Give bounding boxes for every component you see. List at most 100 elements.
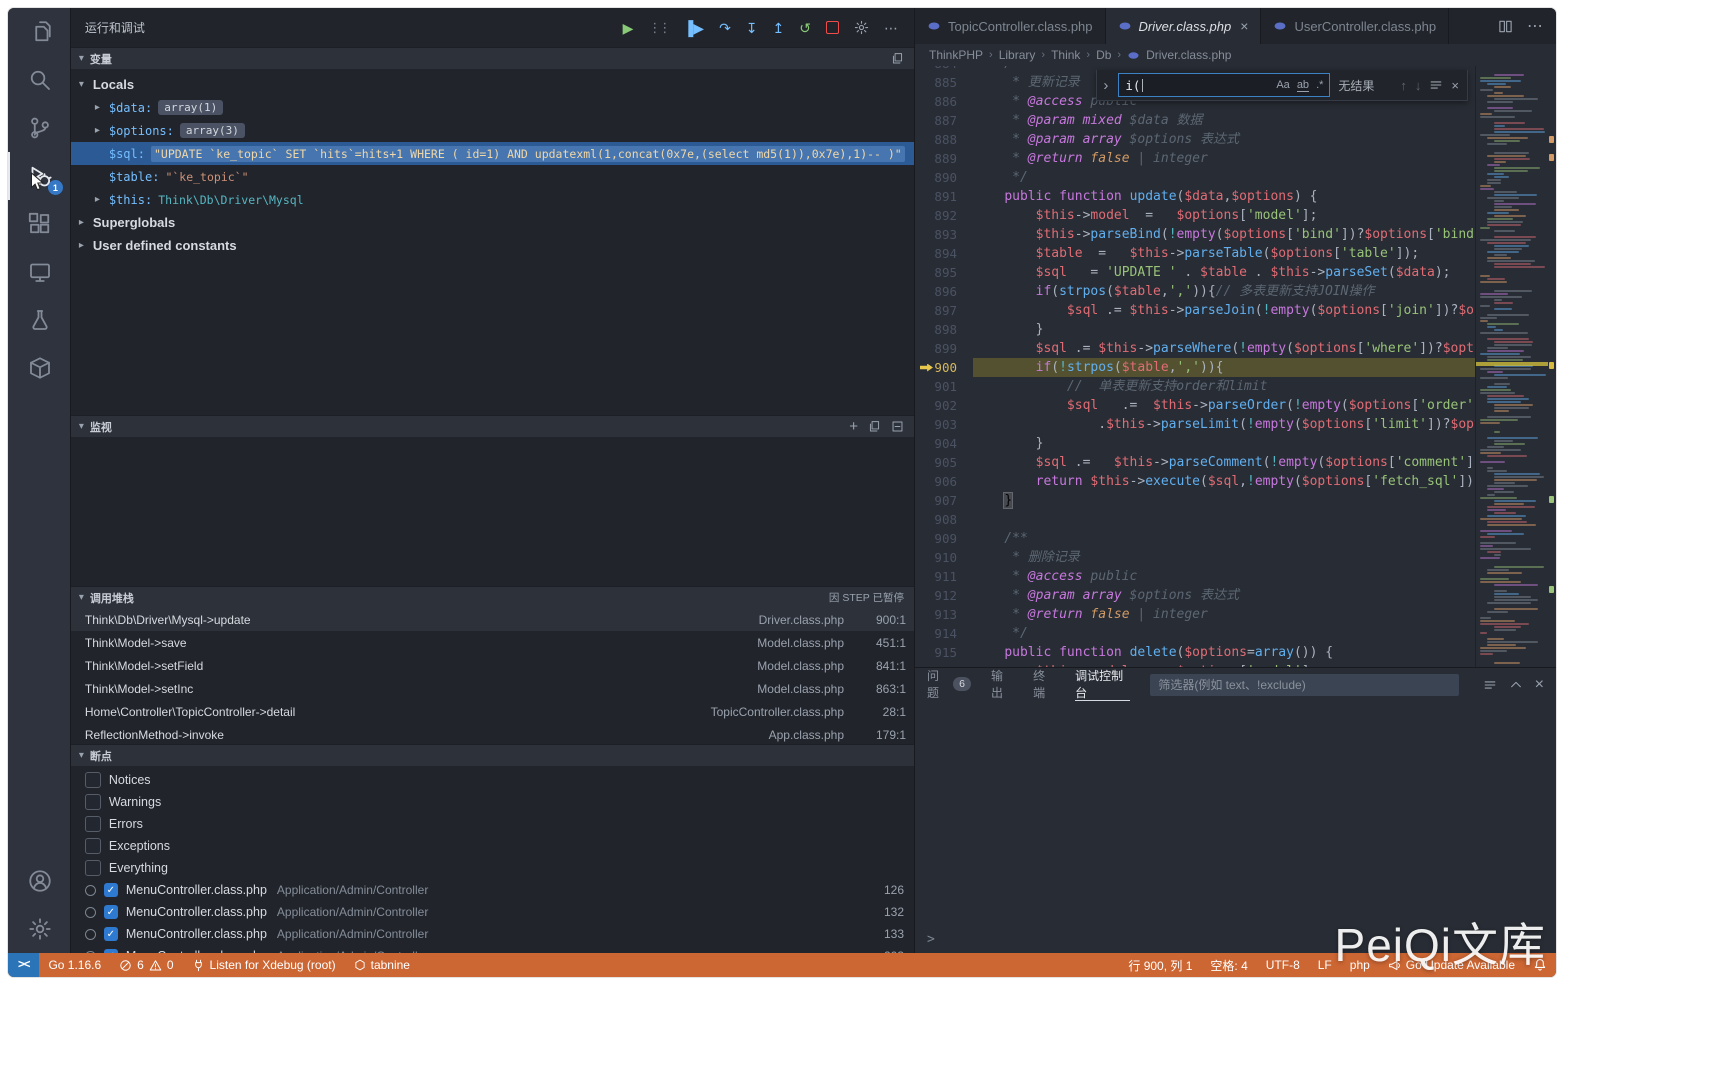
checkbox[interactable] xyxy=(85,794,101,810)
match-case-button[interactable]: Aa xyxy=(1276,79,1289,91)
breadcrumb-item[interactable]: Db xyxy=(1096,48,1111,62)
code-line[interactable]: 894 $table = $this->parseTable($options[… xyxy=(915,244,1475,263)
code-line[interactable]: 896 if(strpos($table,',')){// 多表更新支持JOIN… xyxy=(915,282,1475,301)
code-line[interactable]: 893 $this->parseBind(!empty($options['bi… xyxy=(915,225,1475,244)
breakpoint-row[interactable]: ✓MenuController.class.phpApplication/Adm… xyxy=(71,923,914,945)
stack-frame[interactable]: ReflectionMethod->invokeApp.class.php179… xyxy=(71,723,914,744)
statusbar-indentation[interactable]: 空格: 4 xyxy=(1201,953,1256,977)
code-line[interactable]: 914 */ xyxy=(915,624,1475,643)
toggle-replace-icon[interactable]: › xyxy=(1101,77,1110,94)
statusbar-cursor-position[interactable]: 行 900, 列 1 xyxy=(1119,953,1201,977)
code-line[interactable]: 906 return $this->execute($sql,!empty($o… xyxy=(915,472,1475,491)
copy-value-icon[interactable] xyxy=(891,52,904,65)
breadcrumb-item[interactable]: Think xyxy=(1051,48,1080,62)
stack-frame[interactable]: Think\Db\Driver\Mysql->updateDriver.clas… xyxy=(71,608,914,631)
tab-TopicController.class.php[interactable]: TopicController.class.php xyxy=(915,8,1106,44)
find-input[interactable]: i( Aa ab .* xyxy=(1118,73,1330,97)
tab-close-icon[interactable]: × xyxy=(1240,18,1248,34)
callstack-section-header[interactable]: ▾ 调用堆栈 因 STEP 已暂停 xyxy=(71,586,914,608)
stack-frame[interactable]: Home\Controller\TopicController->detailT… xyxy=(71,700,914,723)
code-line[interactable]: 895 $sql = 'UPDATE ' . $table . $this->p… xyxy=(915,263,1475,282)
code-area[interactable]: 884 /**885 * 更新记录886 * @access public887… xyxy=(915,66,1475,667)
stop-button[interactable] xyxy=(826,21,839,34)
variable-row[interactable]: $table:"`ke_topic`" xyxy=(71,165,914,188)
code-line[interactable]: 915 public function delete($options=arra… xyxy=(915,643,1475,662)
variable-row[interactable]: ▸User defined constants xyxy=(71,234,914,257)
activity-item-settings-gear[interactable] xyxy=(8,905,70,953)
panel-tab-问题[interactable]: 问题6 xyxy=(927,668,971,701)
tab-Driver.class.php[interactable]: Driver.class.php× xyxy=(1106,8,1262,44)
variable-row[interactable]: ▸$data:array(1) xyxy=(71,96,914,119)
breakpoints-section-header[interactable]: ▾ 断点 xyxy=(71,744,914,766)
activity-item-package[interactable] xyxy=(8,344,70,392)
debug-console-filter-input[interactable] xyxy=(1150,674,1458,696)
variable-row[interactable]: ▸Superglobals xyxy=(71,211,914,234)
code-line[interactable]: 903 .$this->parseLimit(!empty($options['… xyxy=(915,415,1475,434)
code-line[interactable]: 897 $sql .= $this->parseJoin(!empty($opt… xyxy=(915,301,1475,320)
breadcrumb-item[interactable]: Driver.class.php xyxy=(1146,48,1231,62)
breakpoint-filter-row[interactable]: Warnings xyxy=(71,791,914,813)
overview-ruler[interactable] xyxy=(1548,66,1556,667)
continue-button[interactable]: ▐▶ xyxy=(683,21,704,35)
code-line[interactable]: 910 * 删除记录 xyxy=(915,548,1475,567)
code-line[interactable]: 912 * @param array $options 表达式 xyxy=(915,586,1475,605)
start-button[interactable]: ▶ xyxy=(623,21,634,35)
variable-row[interactable]: ▸$options:array(3) xyxy=(71,119,914,142)
code-line[interactable]: 904 } xyxy=(915,434,1475,453)
variable-row[interactable]: $sql:"UPDATE `ke_topic` SET `hits`=hits+… xyxy=(71,142,914,165)
code-line[interactable]: 889 * @return false | integer xyxy=(915,149,1475,168)
variables-section-header[interactable]: ▾ 变量 xyxy=(71,47,914,69)
checkbox[interactable] xyxy=(85,816,101,832)
breakpoint-filter-row[interactable]: Errors xyxy=(71,813,914,835)
minimap[interactable] xyxy=(1475,66,1548,667)
find-next-icon[interactable]: ↓ xyxy=(1415,78,1422,93)
find-in-selection-icon[interactable] xyxy=(1429,78,1443,92)
activity-item-extensions[interactable] xyxy=(8,200,70,248)
code-line[interactable]: 901 // 单表更新支持order和limit xyxy=(915,377,1475,396)
panel-tab-终端[interactable]: 终端 xyxy=(1033,668,1055,701)
stack-frame[interactable]: Think\Model->saveModel.class.php451:1 xyxy=(71,631,914,654)
breakpoint-filter-row[interactable]: Notices xyxy=(71,769,914,791)
step-over-button[interactable]: ↷ xyxy=(719,21,731,35)
add-watch-expression-button[interactable]: + xyxy=(849,419,858,434)
activity-item-remote-explorer[interactable] xyxy=(8,248,70,296)
breakpoint-filter-row[interactable]: Exceptions xyxy=(71,835,914,857)
more-actions-button[interactable]: ⋯ xyxy=(884,21,898,35)
code-line[interactable]: 911 * @access public xyxy=(915,567,1475,586)
activity-item-source-control[interactable] xyxy=(8,104,70,152)
tab-UserController.class.php[interactable]: UserController.class.php xyxy=(1261,8,1449,44)
code-line[interactable]: 887 * @param mixed $data 数据 xyxy=(915,111,1475,130)
watch-section-header[interactable]: ▾ 监视 + xyxy=(71,415,914,437)
code-line[interactable]: 902 $sql .= $this->parseOrder(!empty($op… xyxy=(915,396,1475,415)
code-line[interactable]: 899 $sql .= $this->parseWhere(!empty($op… xyxy=(915,339,1475,358)
debug-console-prompt[interactable]: > xyxy=(927,932,935,947)
activity-item-search[interactable] xyxy=(8,56,70,104)
checkbox[interactable]: ✓ xyxy=(104,927,118,941)
breadcrumb-item[interactable]: Library xyxy=(999,48,1036,62)
find-close-icon[interactable]: × xyxy=(1451,78,1459,93)
code-line[interactable]: 908 xyxy=(915,510,1475,529)
code-line[interactable]: 907 } xyxy=(915,491,1475,510)
code-line[interactable]: 900 if(!strpos($table,',')){ xyxy=(915,358,1475,377)
statusbar-tabnine-status[interactable]: tabnine xyxy=(345,953,419,977)
close-panel-icon[interactable]: × xyxy=(1535,676,1544,694)
statusbar-remote-indicator[interactable]: >< xyxy=(8,953,39,977)
breakpoint-row[interactable]: ✓MenuController.class.phpApplication/Adm… xyxy=(71,879,914,901)
breakpoint-row[interactable]: ✓MenuController.class.phpApplication/Adm… xyxy=(71,945,914,953)
statusbar-go-version[interactable]: Go 1.16.6 xyxy=(39,953,110,977)
breadcrumb-item[interactable]: ThinkPHP xyxy=(929,48,983,62)
activity-item-test-beaker[interactable] xyxy=(8,296,70,344)
breakpoint-filter-row[interactable]: Everything xyxy=(71,857,914,879)
statusbar-encoding[interactable]: UTF-8 xyxy=(1257,953,1309,977)
checkbox[interactable] xyxy=(85,772,101,788)
code-line[interactable]: 892 $this->model = $options['model']; xyxy=(915,206,1475,225)
collapse-all-icon[interactable] xyxy=(891,420,904,433)
code-line[interactable]: 913 * @return false | integer xyxy=(915,605,1475,624)
code-line[interactable]: 888 * @param array $options 表达式 xyxy=(915,130,1475,149)
code-line[interactable]: 905 $sql .= $this->parseComment(!empty($… xyxy=(915,453,1475,472)
find-previous-icon[interactable]: ↑ xyxy=(1400,78,1407,93)
checkbox[interactable] xyxy=(85,838,101,854)
code-line[interactable]: 909 /** xyxy=(915,529,1475,548)
code-line[interactable]: 891 public function update($data,$option… xyxy=(915,187,1475,206)
code-line[interactable]: 890 */ xyxy=(915,168,1475,187)
